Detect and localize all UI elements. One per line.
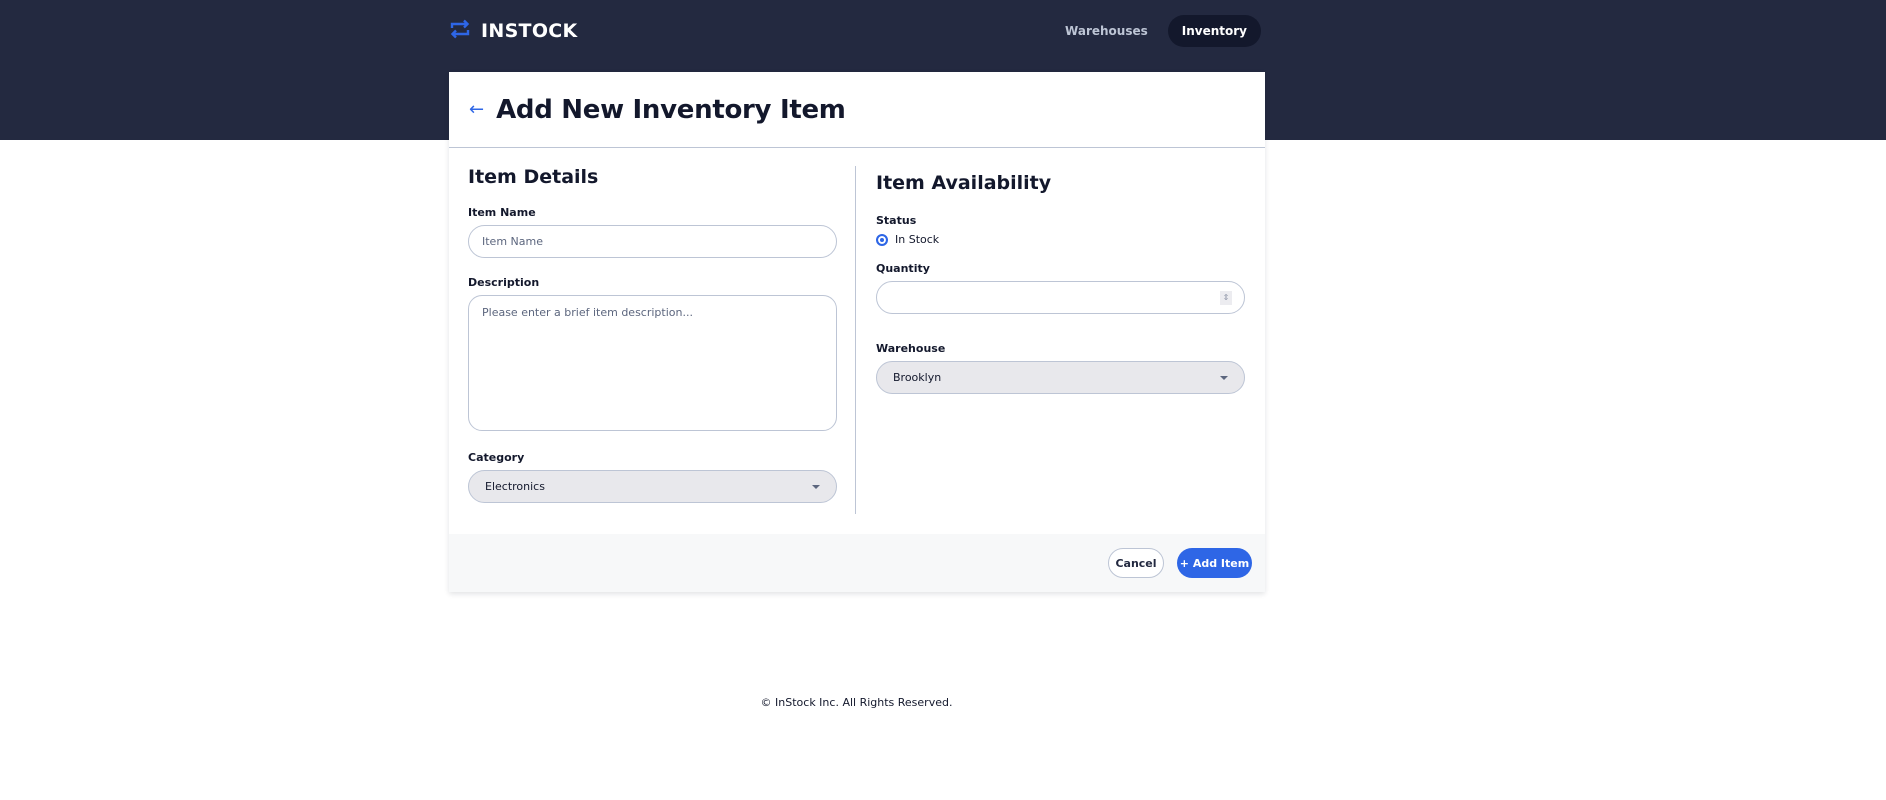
warehouse-select[interactable]: Brooklyn bbox=[876, 361, 1245, 394]
nav-warehouses[interactable]: Warehouses bbox=[1051, 15, 1162, 47]
category-select[interactable]: Electronics bbox=[468, 470, 837, 503]
footer-copyright: © InStock Inc. All Rights Reserved. bbox=[760, 696, 953, 709]
item-availability-title: Item Availability bbox=[876, 172, 1052, 194]
nav-links: Warehouses Inventory bbox=[1051, 15, 1261, 47]
navbar: INSTOCK Warehouses Inventory bbox=[449, 14, 1261, 48]
logo[interactable]: INSTOCK bbox=[449, 18, 578, 45]
in-stock-label: In Stock bbox=[895, 233, 940, 246]
item-name-input[interactable]: Item Name bbox=[468, 225, 837, 258]
status-option-in-stock[interactable]: In Stock bbox=[876, 233, 1244, 246]
nav-inventory[interactable]: Inventory bbox=[1167, 15, 1261, 47]
caret-down-icon bbox=[1220, 375, 1228, 380]
arrow-left-icon[interactable]: ← bbox=[469, 100, 484, 119]
item-details-section: Item Details Item Name Item Name Descrip… bbox=[449, 166, 856, 514]
form-actions: Cancel + Add Item bbox=[449, 534, 1265, 592]
cancel-button[interactable]: Cancel bbox=[1108, 548, 1164, 578]
caret-down-icon bbox=[812, 484, 820, 489]
item-availability-section: Item Availability Status In Stock Quanti… bbox=[856, 166, 1263, 532]
item-details-title: Item Details bbox=[468, 166, 599, 188]
quantity-label: Quantity bbox=[876, 262, 930, 275]
warehouse-selected-value: Brooklyn bbox=[893, 371, 942, 384]
description-label: Description bbox=[468, 276, 540, 289]
status-label: Status bbox=[876, 214, 917, 227]
description-textarea[interactable]: Please enter a brief item description... bbox=[468, 295, 837, 431]
radio-checked-icon[interactable] bbox=[876, 233, 888, 246]
item-name-label: Item Name bbox=[468, 206, 536, 219]
page-title: Add New Inventory Item bbox=[496, 94, 846, 125]
warehouse-label: Warehouse bbox=[876, 342, 946, 355]
quantity-input[interactable]: ⇕ bbox=[876, 281, 1245, 314]
add-inventory-card: ← Add New Inventory Item Item Details It… bbox=[449, 72, 1265, 592]
swap-arrows-icon bbox=[449, 18, 471, 45]
app-name: INSTOCK bbox=[481, 20, 578, 42]
add-item-button[interactable]: + Add Item bbox=[1177, 548, 1252, 578]
category-label: Category bbox=[468, 451, 525, 464]
form-body: Item Details Item Name Item Name Descrip… bbox=[449, 148, 1265, 532]
card-header: ← Add New Inventory Item bbox=[449, 72, 1265, 148]
category-selected-value: Electronics bbox=[485, 480, 545, 493]
spinner-icon[interactable]: ⇕ bbox=[1220, 290, 1232, 305]
